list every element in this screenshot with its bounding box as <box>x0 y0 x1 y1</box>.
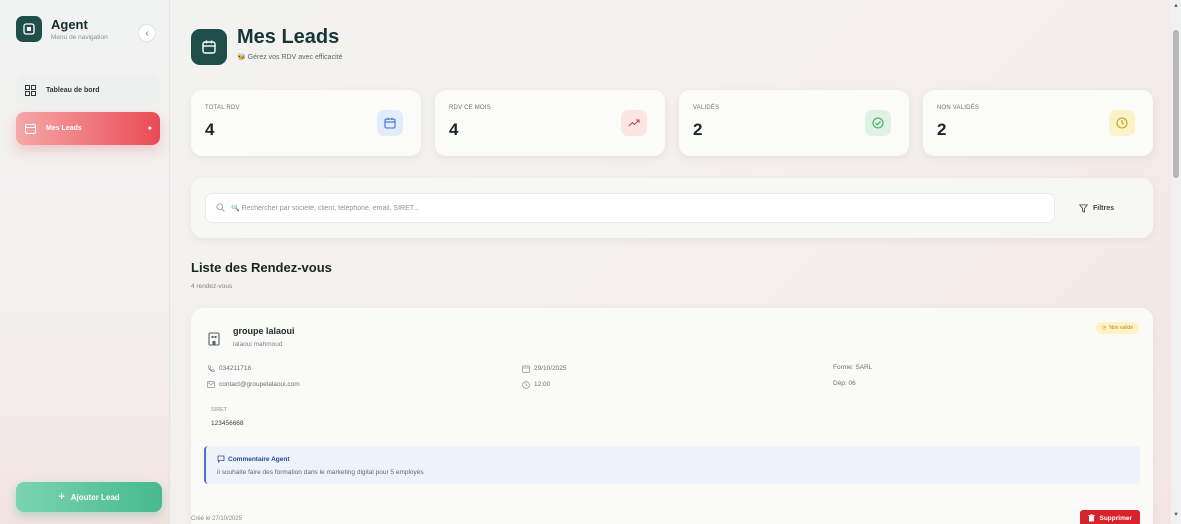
active-dot-icon: ● <box>147 125 152 132</box>
calendar-icon <box>521 364 530 373</box>
comment-text: il souhaite faire des formation dans le … <box>217 469 424 476</box>
trend-up-icon <box>621 110 647 136</box>
filters-label: Filtres <box>1093 204 1115 212</box>
list-title: Liste des Rendez-vous <box>191 260 332 275</box>
lead-company: groupe lalaoui <box>233 326 295 336</box>
created-date: Créé le 27/10/2025 <box>191 516 243 522</box>
check-circle-icon <box>865 110 891 136</box>
phone-icon <box>206 364 215 373</box>
status-badge: ◷ Non validé <box>1095 322 1139 334</box>
plus-icon: + <box>58 491 65 503</box>
grid-icon <box>24 84 36 96</box>
delete-label: Supprimer <box>1099 514 1132 522</box>
collapse-sidebar-button[interactable]: ‹ <box>138 24 156 42</box>
stat-card-month: RDV CE MOIS 4 <box>435 90 665 156</box>
brand-title: Agent <box>51 16 88 32</box>
filter-icon <box>1079 203 1088 213</box>
calendar-icon <box>24 123 36 135</box>
sidebar-item-dashboard[interactable]: Tableau de bord <box>16 75 160 105</box>
stat-label: RDV CE MOIS <box>449 105 491 111</box>
page-scrollbar[interactable]: ▲ ▼ <box>1171 0 1181 524</box>
building-icon <box>208 332 220 346</box>
stat-label: TOTAL RDV <box>205 105 240 111</box>
comment-title: Commentaire Agent <box>217 455 290 463</box>
siret-value: 123456668 <box>211 420 244 427</box>
scroll-down-icon[interactable]: ▼ <box>1173 512 1179 518</box>
scroll-up-icon[interactable]: ▲ <box>1173 3 1179 9</box>
siret-label: SIRET <box>211 407 228 413</box>
stat-value: 4 <box>449 120 459 139</box>
stat-label: VALIDÉS <box>693 105 720 111</box>
page-calendar-icon <box>191 29 227 65</box>
filters-button[interactable]: Filtres <box>1073 198 1120 218</box>
search-icon <box>216 199 225 217</box>
agent-comment: Commentaire Agent il souhaite faire des … <box>204 446 1140 484</box>
lead-phone: 034211718 <box>206 364 251 373</box>
lead-date: 29/10/2025 <box>521 364 567 373</box>
lead-contact: lalaoui mahmoud <box>233 341 283 348</box>
brand: Agent Menu de navigation <box>16 16 108 42</box>
clock-icon <box>1109 110 1135 136</box>
search-input[interactable] <box>231 204 1051 212</box>
stat-value: 2 <box>693 120 703 139</box>
mail-icon <box>206 380 215 389</box>
search-panel: Filtres <box>191 178 1153 238</box>
sidebar-item-leads[interactable]: Mes Leads ● <box>16 112 160 145</box>
stat-card-total: TOTAL RDV 4 <box>191 90 421 156</box>
sidebar-item-label: Tableau de bord <box>46 86 100 94</box>
list-count: 4 rendez-vous <box>191 283 233 290</box>
stat-label: NON VALIDÉS <box>937 105 980 111</box>
chevron-left-icon: ‹ <box>145 27 149 39</box>
lead-legal-form: Forme: SARL <box>833 364 873 371</box>
add-lead-label: Ajouter Lead <box>70 492 120 502</box>
clock-icon <box>521 380 530 389</box>
lead-department: Dép: 06 <box>833 380 856 387</box>
page-title: Mes Leads <box>237 26 340 48</box>
stat-value: 4 <box>205 120 215 139</box>
scroll-thumb[interactable] <box>1173 30 1179 178</box>
status-badge-label: Non validé <box>1109 325 1133 331</box>
sidebar: Agent Menu de navigation ‹ Tableau de bo… <box>0 0 170 524</box>
lead-card[interactable]: groupe lalaoui lalaoui mahmoud ◷ Non val… <box>191 308 1153 524</box>
sidebar-item-label: Mes Leads <box>46 125 82 132</box>
stat-card-validated: VALIDÉS 2 <box>679 90 909 156</box>
lead-time: 12:00 <box>521 380 550 389</box>
clock-icon: ◷ <box>1101 325 1107 331</box>
trash-icon <box>1088 514 1096 522</box>
stat-card-not-validated: NON VALIDÉS 2 <box>923 90 1153 156</box>
brand-subtitle: Menu de navigation <box>51 33 108 41</box>
lead-email: contact@groupelalaoui.com <box>206 380 300 389</box>
agent-logo-icon <box>16 16 42 42</box>
search-box[interactable] <box>205 193 1055 223</box>
calendar-icon <box>377 110 403 136</box>
message-icon <box>217 455 225 463</box>
add-lead-button[interactable]: + Ajouter Lead <box>16 482 162 512</box>
delete-button[interactable]: Supprimer <box>1080 510 1140 524</box>
page-subtitle: 🐝 Gérez vos RDV avec efficacité <box>237 54 343 61</box>
stat-value: 2 <box>937 120 947 139</box>
